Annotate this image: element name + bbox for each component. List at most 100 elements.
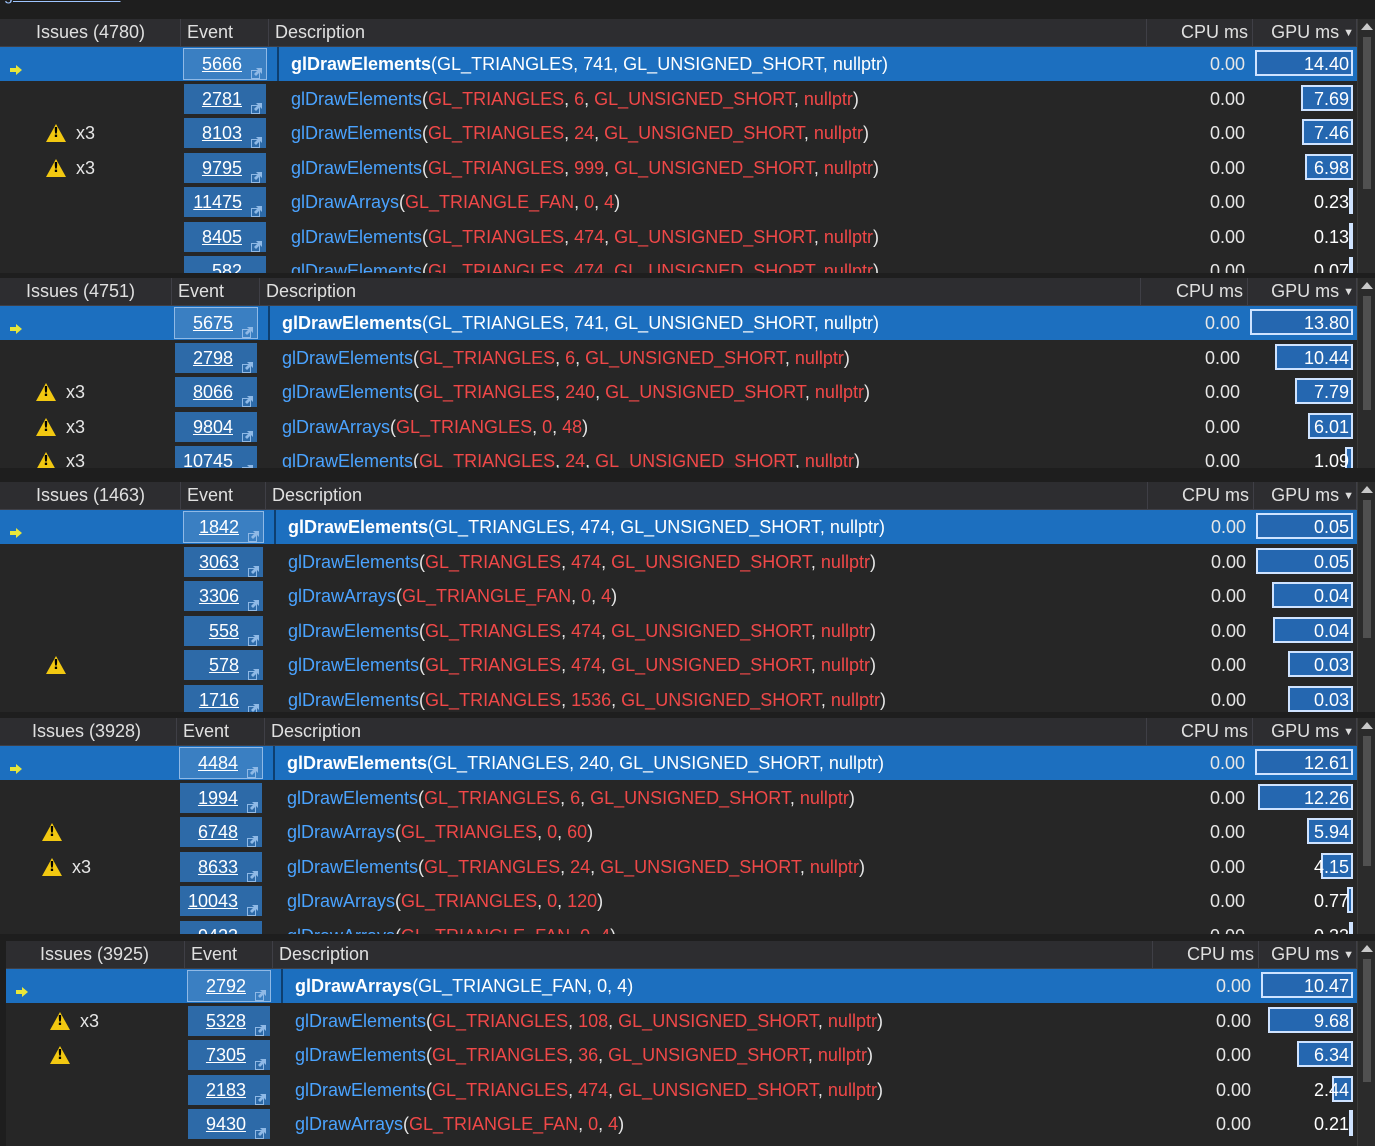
- goto-event-icon[interactable]: [242, 421, 253, 442]
- event-link[interactable]: 9430: [188, 1109, 270, 1139]
- scroll-up-icon[interactable]: [1361, 282, 1373, 289]
- vertical-scrollbar[interactable]: [1357, 278, 1375, 468]
- event-link[interactable]: 2792: [187, 970, 271, 1002]
- goto-event-icon[interactable]: [248, 659, 259, 680]
- scroll-up-icon[interactable]: [1361, 23, 1373, 30]
- table-row[interactable]: x3 8066 glDrawElements(GL_TRIANGLES, 240, …: [0, 375, 1357, 409]
- goto-event-icon[interactable]: [242, 352, 253, 373]
- scrollbar-thumb[interactable]: [1363, 500, 1371, 638]
- event-link[interactable]: 1994: [180, 782, 262, 813]
- event-link[interactable]: 3063: [184, 546, 263, 577]
- issues-column-header[interactable]: Issues (1463): [30, 482, 181, 509]
- api-call-description[interactable]: glDrawArrays(GL_TRIANGLE_FAN, 0, 4): [287, 919, 1143, 935]
- gpu-ms-column-header[interactable]: GPU ms ▼: [1248, 278, 1357, 305]
- event-link[interactable]: 8405: [184, 221, 266, 252]
- goto-event-icon[interactable]: [247, 826, 258, 847]
- goto-event-icon[interactable]: [248, 556, 259, 577]
- api-call-description[interactable]: glDrawElements(GL_TRIANGLES, 24, GL_UNSI…: [287, 850, 1143, 884]
- event-number[interactable]: 4484: [198, 753, 238, 773]
- description-column-header[interactable]: Description: [273, 941, 1153, 968]
- scrollbar-thumb[interactable]: [1363, 736, 1371, 866]
- table-row[interactable]: 8405 glDrawElements(GL_TRIANGLES, 474, GL…: [0, 220, 1357, 254]
- event-link[interactable]: 8103: [184, 118, 266, 148]
- api-call-description[interactable]: glDrawElements(GL_TRIANGLES, 474, GL_UNS…: [288, 614, 1144, 648]
- goto-event-icon[interactable]: [242, 386, 253, 407]
- table-row[interactable]: 1842 glDrawElements(GL_TRIANGLES, 474, GL…: [0, 510, 1357, 544]
- event-column-header[interactable]: Event: [172, 278, 260, 305]
- scrollbar-thumb[interactable]: [1363, 959, 1371, 1082]
- event-number[interactable]: 3063: [199, 552, 239, 572]
- vertical-scrollbar[interactable]: [1357, 941, 1375, 1146]
- event-column-header[interactable]: Event: [177, 718, 265, 745]
- table-row[interactable]: 1716 glDrawElements(GL_TRIANGLES, 1536, G…: [0, 683, 1357, 713]
- api-call-description[interactable]: glDrawElements(GL_TRIANGLES, 240, GL_UNS…: [282, 375, 1137, 409]
- event-number[interactable]: 11475: [193, 192, 242, 212]
- event-number[interactable]: 9795: [202, 158, 242, 178]
- scrollbar-thumb[interactable]: [1363, 37, 1371, 190]
- table-row[interactable]: x3 5328 glDrawElements(GL_TRIANGLES, 108, …: [6, 1004, 1357, 1038]
- event-link[interactable]: 10745: [175, 446, 257, 468]
- table-row[interactable]: 9430 glDrawArrays(GL_TRIANGLE_FAN, 0, 4) 0…: [6, 1107, 1357, 1141]
- goto-event-icon[interactable]: [255, 1118, 266, 1139]
- table-row[interactable]: 10043 glDrawArrays(GL_TRIANGLES, 0, 120) 0…: [0, 884, 1357, 918]
- event-link[interactable]: 11475: [184, 187, 266, 217]
- event-link[interactable]: 2798: [175, 342, 257, 373]
- goto-event-icon[interactable]: [251, 127, 262, 148]
- table-row[interactable]: 582 glDrawElements(GL_TRIANGLES, 474, GL_…: [0, 254, 1357, 273]
- event-link[interactable]: 8633: [180, 851, 262, 882]
- goto-event-icon[interactable]: [247, 861, 258, 882]
- api-call-description[interactable]: glDrawElements(GL_TRIANGLES, 6, GL_UNSIG…: [287, 781, 1143, 815]
- scroll-up-icon[interactable]: [1361, 945, 1373, 952]
- goto-event-icon[interactable]: [248, 521, 259, 542]
- event-number[interactable]: 9430: [206, 1114, 246, 1134]
- event-link[interactable]: 5666: [183, 48, 267, 80]
- goto-event-icon[interactable]: [255, 1015, 266, 1036]
- table-row[interactable]: x39804glDrawArrays(GL_TRIANGLES, 0, 48)0…: [0, 410, 1357, 444]
- event-number[interactable]: 5666: [202, 54, 242, 74]
- api-call-description[interactable]: glDrawElements(GL_TRIANGLES, 1536, GL_UN…: [288, 683, 1144, 713]
- event-number[interactable]: 2781: [202, 89, 242, 109]
- event-link[interactable]: 2183: [188, 1074, 270, 1105]
- event-number[interactable]: 2792: [206, 976, 246, 996]
- table-row[interactable]: 4484 glDrawElements(GL_TRIANGLES, 240, GL…: [0, 746, 1357, 780]
- event-number[interactable]: 9423: [198, 926, 238, 935]
- description-column-header[interactable]: Description: [269, 19, 1147, 46]
- event-number[interactable]: 8066: [193, 382, 233, 402]
- event-number[interactable]: 2798: [193, 348, 233, 368]
- goto-event-icon[interactable]: [255, 1084, 266, 1105]
- event-number[interactable]: 578: [209, 655, 239, 675]
- scrollbar-thumb[interactable]: [1363, 296, 1371, 410]
- table-row[interactable]: 3306 glDrawArrays(GL_TRIANGLE_FAN, 0, 4) 0…: [0, 579, 1357, 613]
- cpu-ms-column-header[interactable]: CPU ms: [1147, 19, 1253, 46]
- vertical-scrollbar[interactable]: [1357, 19, 1375, 273]
- event-link[interactable]: 582: [184, 256, 266, 273]
- api-call-description[interactable]: glDrawElements(GL_TRIANGLES, 999, GL_UNS…: [291, 151, 1143, 185]
- event-number[interactable]: 3306: [199, 586, 239, 606]
- event-link[interactable]: 1716: [184, 684, 263, 712]
- goto-event-icon[interactable]: [255, 980, 266, 1001]
- event-link[interactable]: 558: [184, 615, 263, 646]
- table-row[interactable]: 6748 glDrawArrays(GL_TRIANGLES, 0, 60) 0.0…: [0, 815, 1357, 849]
- table-row[interactable]: x3 9795 glDrawElements(GL_TRIANGLES, 999, …: [0, 151, 1357, 185]
- gpu-ms-column-header[interactable]: GPU ms ▼: [1254, 482, 1357, 509]
- cpu-ms-column-header[interactable]: CPU ms: [1147, 718, 1253, 745]
- event-number[interactable]: 558: [209, 621, 239, 641]
- event-number[interactable]: 6748: [198, 822, 238, 842]
- api-call-description[interactable]: glDrawArrays(GL_TRIANGLE_FAN, 0, 4): [288, 579, 1144, 613]
- table-row[interactable]: 2781 glDrawElements(GL_TRIANGLES, 6, GL_U…: [0, 82, 1357, 116]
- event-number[interactable]: 10745: [183, 451, 233, 468]
- api-call-description[interactable]: glDrawElements(GL_TRIANGLES, 474, GL_UNS…: [288, 648, 1144, 682]
- event-number[interactable]: 8103: [202, 123, 242, 143]
- vertical-scrollbar[interactable]: [1357, 482, 1375, 712]
- event-link[interactable]: 8066: [175, 377, 257, 407]
- table-row[interactable]: 1994 glDrawElements(GL_TRIANGLES, 6, GL_U…: [0, 781, 1357, 815]
- table-row[interactable]: 5675 glDrawElements(GL_TRIANGLES, 741, GL…: [0, 306, 1357, 340]
- description-column-header[interactable]: Description: [266, 482, 1148, 509]
- api-call-description[interactable]: glDrawElements(GL_TRIANGLES, 474, GL_UNS…: [291, 254, 1143, 273]
- event-number[interactable]: 2183: [206, 1080, 246, 1100]
- event-link[interactable]: 10043: [180, 886, 262, 916]
- description-column-header[interactable]: Description: [265, 718, 1147, 745]
- goto-event-icon[interactable]: [251, 93, 262, 114]
- event-number[interactable]: 1716: [199, 690, 239, 710]
- event-number[interactable]: 9804: [193, 417, 233, 437]
